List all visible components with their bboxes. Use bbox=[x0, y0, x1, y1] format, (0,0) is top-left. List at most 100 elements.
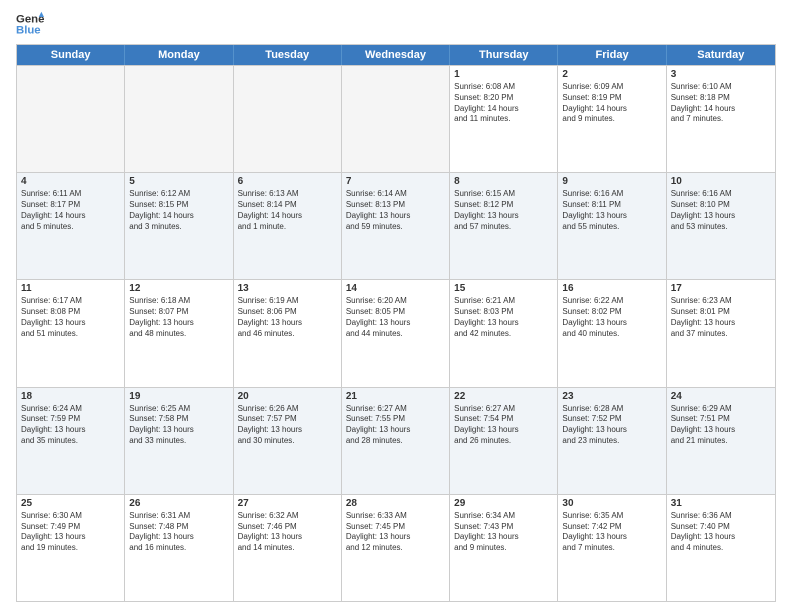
day-number: 8 bbox=[454, 176, 553, 187]
day-cell-2: 2Sunrise: 6:09 AM Sunset: 8:19 PM Daylig… bbox=[558, 66, 666, 172]
day-number: 30 bbox=[562, 498, 661, 509]
day-cell-14: 14 Sunrise: 6:20 AM Sunset: 8:05 PM Dayli… bbox=[342, 280, 450, 386]
day-cell-18: 18Sunrise: 6:24 AM Sunset: 7:59 PM Dayli… bbox=[17, 388, 125, 494]
day-number: 18 bbox=[21, 391, 120, 402]
day-number: 24 bbox=[671, 391, 771, 402]
day-cell-23: 23 Sunrise: 6:28 AM Sunset: 7:52 PM Dayli… bbox=[558, 388, 666, 494]
day-number: 10 bbox=[671, 176, 771, 187]
day-cell-26: 26 Sunrise: 6:31 AM Sunset: 7:48 PM Dayli… bbox=[125, 495, 233, 601]
page: General Blue SundayMondayTuesdayWednesda… bbox=[0, 0, 792, 612]
calendar-header: SundayMondayTuesdayWednesdayThursdayFrid… bbox=[17, 45, 775, 65]
day-number: 17 bbox=[671, 283, 771, 294]
day-number: 15 bbox=[454, 283, 553, 294]
day-info: Sunrise: 6:26 AM Sunset: 7:57 PM Dayligh… bbox=[238, 404, 337, 447]
day-info: Sunrise: 6:33 AM Sunset: 7:45 PM Dayligh… bbox=[346, 511, 445, 554]
empty-cell bbox=[17, 66, 125, 172]
weekday-header-tuesday: Tuesday bbox=[234, 45, 342, 65]
day-info: Sunrise: 6:32 AM Sunset: 7:46 PM Dayligh… bbox=[238, 511, 337, 554]
day-cell-25: 25 Sunrise: 6:30 AM Sunset: 7:49 PM Dayli… bbox=[17, 495, 125, 601]
header: General Blue bbox=[16, 10, 776, 38]
day-cell-12: 12Sunrise: 6:18 AM Sunset: 8:07 PM Dayli… bbox=[125, 280, 233, 386]
day-cell-24: 24 Sunrise: 6:29 AM Sunset: 7:51 PM Dayli… bbox=[667, 388, 775, 494]
day-number: 26 bbox=[129, 498, 228, 509]
day-info: Sunrise: 6:35 AM Sunset: 7:42 PM Dayligh… bbox=[562, 511, 661, 554]
weekday-header-friday: Friday bbox=[558, 45, 666, 65]
day-number: 25 bbox=[21, 498, 120, 509]
day-cell-13: 13 Sunrise: 6:19 AM Sunset: 8:06 PM Dayli… bbox=[234, 280, 342, 386]
day-cell-15: 15 Sunrise: 6:21 AM Sunset: 8:03 PM Dayli… bbox=[450, 280, 558, 386]
day-cell-17: 17 Sunrise: 6:23 AM Sunset: 8:01 PM Dayli… bbox=[667, 280, 775, 386]
day-number: 7 bbox=[346, 176, 445, 187]
day-info: Sunrise: 6:19 AM Sunset: 8:06 PM Dayligh… bbox=[238, 296, 337, 339]
day-info: Sunrise: 6:34 AM Sunset: 7:43 PM Dayligh… bbox=[454, 511, 553, 554]
day-number: 22 bbox=[454, 391, 553, 402]
weekday-header-sunday: Sunday bbox=[17, 45, 125, 65]
day-info: Sunrise: 6:10 AM Sunset: 8:18 PM Dayligh… bbox=[671, 82, 771, 125]
day-cell-21: 21Sunrise: 6:27 AM Sunset: 7:55 PM Dayli… bbox=[342, 388, 450, 494]
day-info: Sunrise: 6:36 AM Sunset: 7:40 PM Dayligh… bbox=[671, 511, 771, 554]
day-cell-9: 9Sunrise: 6:16 AM Sunset: 8:11 PM Daylig… bbox=[558, 173, 666, 279]
day-info: Sunrise: 6:11 AM Sunset: 8:17 PM Dayligh… bbox=[21, 189, 120, 232]
day-cell-16: 16 Sunrise: 6:22 AM Sunset: 8:02 PM Dayli… bbox=[558, 280, 666, 386]
day-number: 28 bbox=[346, 498, 445, 509]
day-cell-19: 19 Sunrise: 6:25 AM Sunset: 7:58 PM Dayli… bbox=[125, 388, 233, 494]
calendar-row-0: 1 Sunrise: 6:08 AM Sunset: 8:20 PM Daylig… bbox=[17, 65, 775, 172]
day-cell-6: 6 Sunrise: 6:13 AM Sunset: 8:14 PM Daylig… bbox=[234, 173, 342, 279]
weekday-header-wednesday: Wednesday bbox=[342, 45, 450, 65]
day-info: Sunrise: 6:09 AM Sunset: 8:19 PM Dayligh… bbox=[562, 82, 661, 125]
day-number: 27 bbox=[238, 498, 337, 509]
day-cell-31: 31Sunrise: 6:36 AM Sunset: 7:40 PM Dayli… bbox=[667, 495, 775, 601]
day-number: 1 bbox=[454, 69, 553, 80]
empty-cell bbox=[342, 66, 450, 172]
empty-cell bbox=[234, 66, 342, 172]
day-number: 12 bbox=[129, 283, 228, 294]
day-number: 29 bbox=[454, 498, 553, 509]
day-info: Sunrise: 6:13 AM Sunset: 8:14 PM Dayligh… bbox=[238, 189, 337, 232]
day-cell-22: 22 Sunrise: 6:27 AM Sunset: 7:54 PM Dayli… bbox=[450, 388, 558, 494]
day-number: 13 bbox=[238, 283, 337, 294]
day-cell-1: 1 Sunrise: 6:08 AM Sunset: 8:20 PM Daylig… bbox=[450, 66, 558, 172]
day-cell-27: 27 Sunrise: 6:32 AM Sunset: 7:46 PM Dayli… bbox=[234, 495, 342, 601]
calendar: SundayMondayTuesdayWednesdayThursdayFrid… bbox=[16, 44, 776, 602]
day-number: 19 bbox=[129, 391, 228, 402]
day-info: Sunrise: 6:23 AM Sunset: 8:01 PM Dayligh… bbox=[671, 296, 771, 339]
day-cell-4: 4 Sunrise: 6:11 AM Sunset: 8:17 PM Daylig… bbox=[17, 173, 125, 279]
day-info: Sunrise: 6:22 AM Sunset: 8:02 PM Dayligh… bbox=[562, 296, 661, 339]
day-cell-20: 20 Sunrise: 6:26 AM Sunset: 7:57 PM Dayli… bbox=[234, 388, 342, 494]
day-cell-11: 11Sunrise: 6:17 AM Sunset: 8:08 PM Dayli… bbox=[17, 280, 125, 386]
day-number: 3 bbox=[671, 69, 771, 80]
day-cell-3: 3 Sunrise: 6:10 AM Sunset: 8:18 PM Daylig… bbox=[667, 66, 775, 172]
day-info: Sunrise: 6:08 AM Sunset: 8:20 PM Dayligh… bbox=[454, 82, 553, 125]
day-info: Sunrise: 6:31 AM Sunset: 7:48 PM Dayligh… bbox=[129, 511, 228, 554]
day-cell-5: 5Sunrise: 6:12 AM Sunset: 8:15 PM Daylig… bbox=[125, 173, 233, 279]
day-number: 20 bbox=[238, 391, 337, 402]
svg-text:Blue: Blue bbox=[16, 25, 41, 37]
day-number: 9 bbox=[562, 176, 661, 187]
day-info: Sunrise: 6:25 AM Sunset: 7:58 PM Dayligh… bbox=[129, 404, 228, 447]
day-info: Sunrise: 6:27 AM Sunset: 7:55 PM Dayligh… bbox=[346, 404, 445, 447]
day-number: 4 bbox=[21, 176, 120, 187]
day-cell-7: 7 Sunrise: 6:14 AM Sunset: 8:13 PM Daylig… bbox=[342, 173, 450, 279]
day-info: Sunrise: 6:28 AM Sunset: 7:52 PM Dayligh… bbox=[562, 404, 661, 447]
day-info: Sunrise: 6:14 AM Sunset: 8:13 PM Dayligh… bbox=[346, 189, 445, 232]
day-cell-8: 8 Sunrise: 6:15 AM Sunset: 8:12 PM Daylig… bbox=[450, 173, 558, 279]
weekday-header-saturday: Saturday bbox=[667, 45, 775, 65]
day-info: Sunrise: 6:15 AM Sunset: 8:12 PM Dayligh… bbox=[454, 189, 553, 232]
day-info: Sunrise: 6:30 AM Sunset: 7:49 PM Dayligh… bbox=[21, 511, 120, 554]
day-info: Sunrise: 6:16 AM Sunset: 8:10 PM Dayligh… bbox=[671, 189, 771, 232]
day-number: 6 bbox=[238, 176, 337, 187]
day-info: Sunrise: 6:20 AM Sunset: 8:05 PM Dayligh… bbox=[346, 296, 445, 339]
day-info: Sunrise: 6:17 AM Sunset: 8:08 PM Dayligh… bbox=[21, 296, 120, 339]
day-number: 16 bbox=[562, 283, 661, 294]
day-info: Sunrise: 6:29 AM Sunset: 7:51 PM Dayligh… bbox=[671, 404, 771, 447]
day-cell-29: 29 Sunrise: 6:34 AM Sunset: 7:43 PM Dayli… bbox=[450, 495, 558, 601]
day-number: 5 bbox=[129, 176, 228, 187]
day-number: 14 bbox=[346, 283, 445, 294]
day-number: 23 bbox=[562, 391, 661, 402]
day-info: Sunrise: 6:21 AM Sunset: 8:03 PM Dayligh… bbox=[454, 296, 553, 339]
logo-icon: General Blue bbox=[16, 10, 44, 38]
calendar-row-1: 4 Sunrise: 6:11 AM Sunset: 8:17 PM Daylig… bbox=[17, 172, 775, 279]
weekday-header-monday: Monday bbox=[125, 45, 233, 65]
day-info: Sunrise: 6:27 AM Sunset: 7:54 PM Dayligh… bbox=[454, 404, 553, 447]
calendar-row-2: 11Sunrise: 6:17 AM Sunset: 8:08 PM Dayli… bbox=[17, 279, 775, 386]
